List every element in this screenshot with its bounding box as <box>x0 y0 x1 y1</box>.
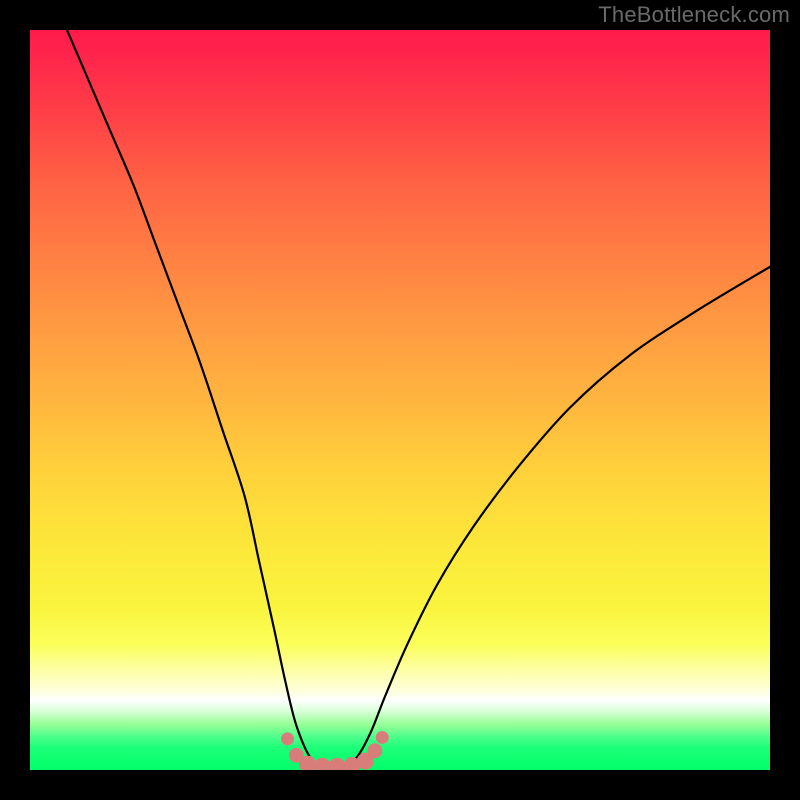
bottleneck-curve <box>67 30 770 767</box>
trough-marker <box>282 733 294 745</box>
trough-markers <box>282 731 389 770</box>
chart-svg <box>30 30 770 770</box>
trough-marker <box>314 758 330 770</box>
attribution-text: TheBottleneck.com <box>598 2 790 28</box>
trough-marker <box>329 758 345 770</box>
trough-marker <box>300 756 316 770</box>
trough-marker <box>376 731 388 743</box>
chart-frame: TheBottleneck.com <box>0 0 800 800</box>
trough-marker <box>368 744 382 758</box>
plot-area <box>30 30 770 770</box>
